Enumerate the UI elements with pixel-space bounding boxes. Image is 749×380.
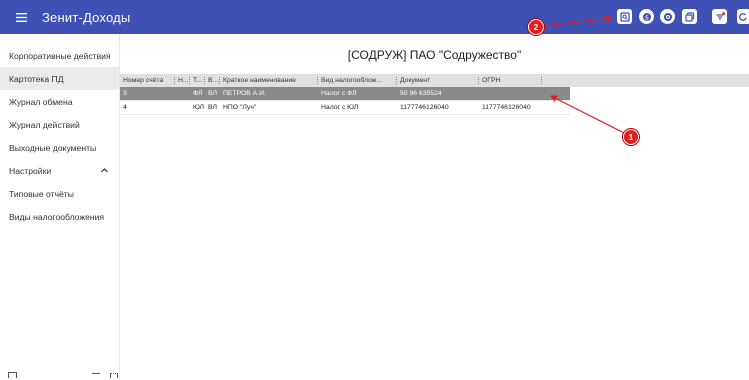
- table-cell: 1177746126040: [482, 104, 531, 111]
- sidebar-item-label: Корпоративные действия: [9, 50, 111, 61]
- sidebar-item-corporate-actions[interactable]: Корпоративные действия: [0, 44, 119, 67]
- dollar-button[interactable]: $: [639, 9, 654, 24]
- sidebar-item-settings[interactable]: Настройки: [0, 159, 119, 182]
- annotation-badge: 2: [528, 19, 544, 35]
- column-header[interactable]: Номер счёта: [120, 77, 175, 84]
- sidebar-footer: [8, 372, 118, 378]
- column-header[interactable]: ОГРН: [479, 77, 542, 84]
- column-header[interactable]: Документ: [397, 77, 479, 84]
- dollar-icon: $: [642, 12, 651, 21]
- column-header[interactable]: В...: [205, 77, 220, 84]
- sidebar-item-exchange-log[interactable]: Журнал обмена: [0, 90, 119, 113]
- sidebar-item-label: Выходные документы: [9, 142, 97, 153]
- sidebar-item-label: Журнал действий: [9, 119, 80, 130]
- page-title: [СОДРУЖ] ПАО "Содружество": [347, 48, 522, 62]
- copy-button[interactable]: [682, 9, 697, 24]
- main-content: [СОДРУЖ] ПАО "Содружество" Номер счёта Н…: [120, 34, 749, 380]
- column-header[interactable]: Н...: [175, 77, 190, 84]
- table-header: Номер счёта Н... Т... В... Краткое наиме…: [120, 74, 749, 87]
- sidebar-item-label: Настройки: [9, 165, 52, 176]
- search-document-button[interactable]: [617, 9, 632, 24]
- table-cell: ПЕТРОВ А.И.: [223, 90, 266, 97]
- window-icon[interactable]: [8, 372, 17, 378]
- filter-button[interactable]: [712, 9, 727, 24]
- table-cell: ФЛ: [193, 90, 203, 97]
- settings-button[interactable]: [660, 9, 675, 24]
- table-cell: ЮЛ: [193, 104, 205, 111]
- key-icon[interactable]: [92, 373, 100, 377]
- settings-icon: [663, 12, 672, 21]
- sidebar-item-label: Типовые отчёты: [9, 188, 74, 199]
- refresh-icon: [739, 12, 747, 21]
- copy-icon: [684, 11, 694, 22]
- app-title: Зенит-Доходы: [42, 9, 131, 25]
- column-header[interactable]: Краткое наименование: [220, 77, 318, 84]
- app-header: Зенит-Доходы $: [0, 0, 749, 34]
- table-cell: 4: [123, 104, 127, 111]
- column-header[interactable]: Вид налогооблож...: [318, 77, 397, 84]
- filter-icon: [716, 11, 725, 20]
- sidebar: Корпоративные действия Картотека ПД Журн…: [0, 34, 120, 380]
- table-cell: Налог с ФЛ: [321, 90, 357, 97]
- sidebar-item-action-log[interactable]: Журнал действий: [0, 113, 119, 136]
- refresh-button[interactable]: [737, 9, 749, 24]
- table-cell: НПО "Луч": [223, 104, 257, 111]
- annotation-badge: 1: [623, 129, 639, 145]
- search-doc-icon: [619, 11, 630, 22]
- svg-text:$: $: [644, 13, 648, 21]
- table-cell: 1177746126040: [400, 104, 449, 111]
- sidebar-item-label: Виды налогообложения: [9, 211, 105, 222]
- column-header[interactable]: Т...: [190, 77, 205, 84]
- table-row[interactable]: 3 ФЛ ВЛ ПЕТРОВ А.И. Налог с ФЛ 50 96 635…: [120, 87, 570, 101]
- data-table: Номер счёта Н... Т... В... Краткое наиме…: [120, 74, 749, 115]
- table-cell: Налог с ЮЛ: [321, 104, 359, 111]
- sidebar-item-output-documents[interactable]: Выходные документы: [0, 136, 119, 159]
- sidebar-item-taxation-types[interactable]: Виды налогообложения: [0, 205, 119, 228]
- table-cell: 50 96 635524: [400, 90, 442, 97]
- sidebar-item-typical-reports[interactable]: Типовые отчёты: [0, 182, 119, 205]
- sidebar-item-card-file[interactable]: Картотека ПД: [0, 67, 119, 90]
- network-icon[interactable]: [110, 372, 118, 378]
- sidebar-item-label: Журнал обмена: [9, 96, 73, 107]
- table-row[interactable]: 4 ЮЛ ВЛ НПО "Луч" Налог с ЮЛ 11777461260…: [120, 101, 570, 115]
- chevron-up-icon[interactable]: [100, 166, 109, 175]
- table-cell: ВЛ: [208, 104, 217, 111]
- table-cell: 3: [123, 90, 127, 97]
- table-cell: ВЛ: [208, 90, 217, 97]
- hamburger-icon[interactable]: [6, 12, 36, 22]
- sidebar-item-label: Картотека ПД: [9, 73, 64, 84]
